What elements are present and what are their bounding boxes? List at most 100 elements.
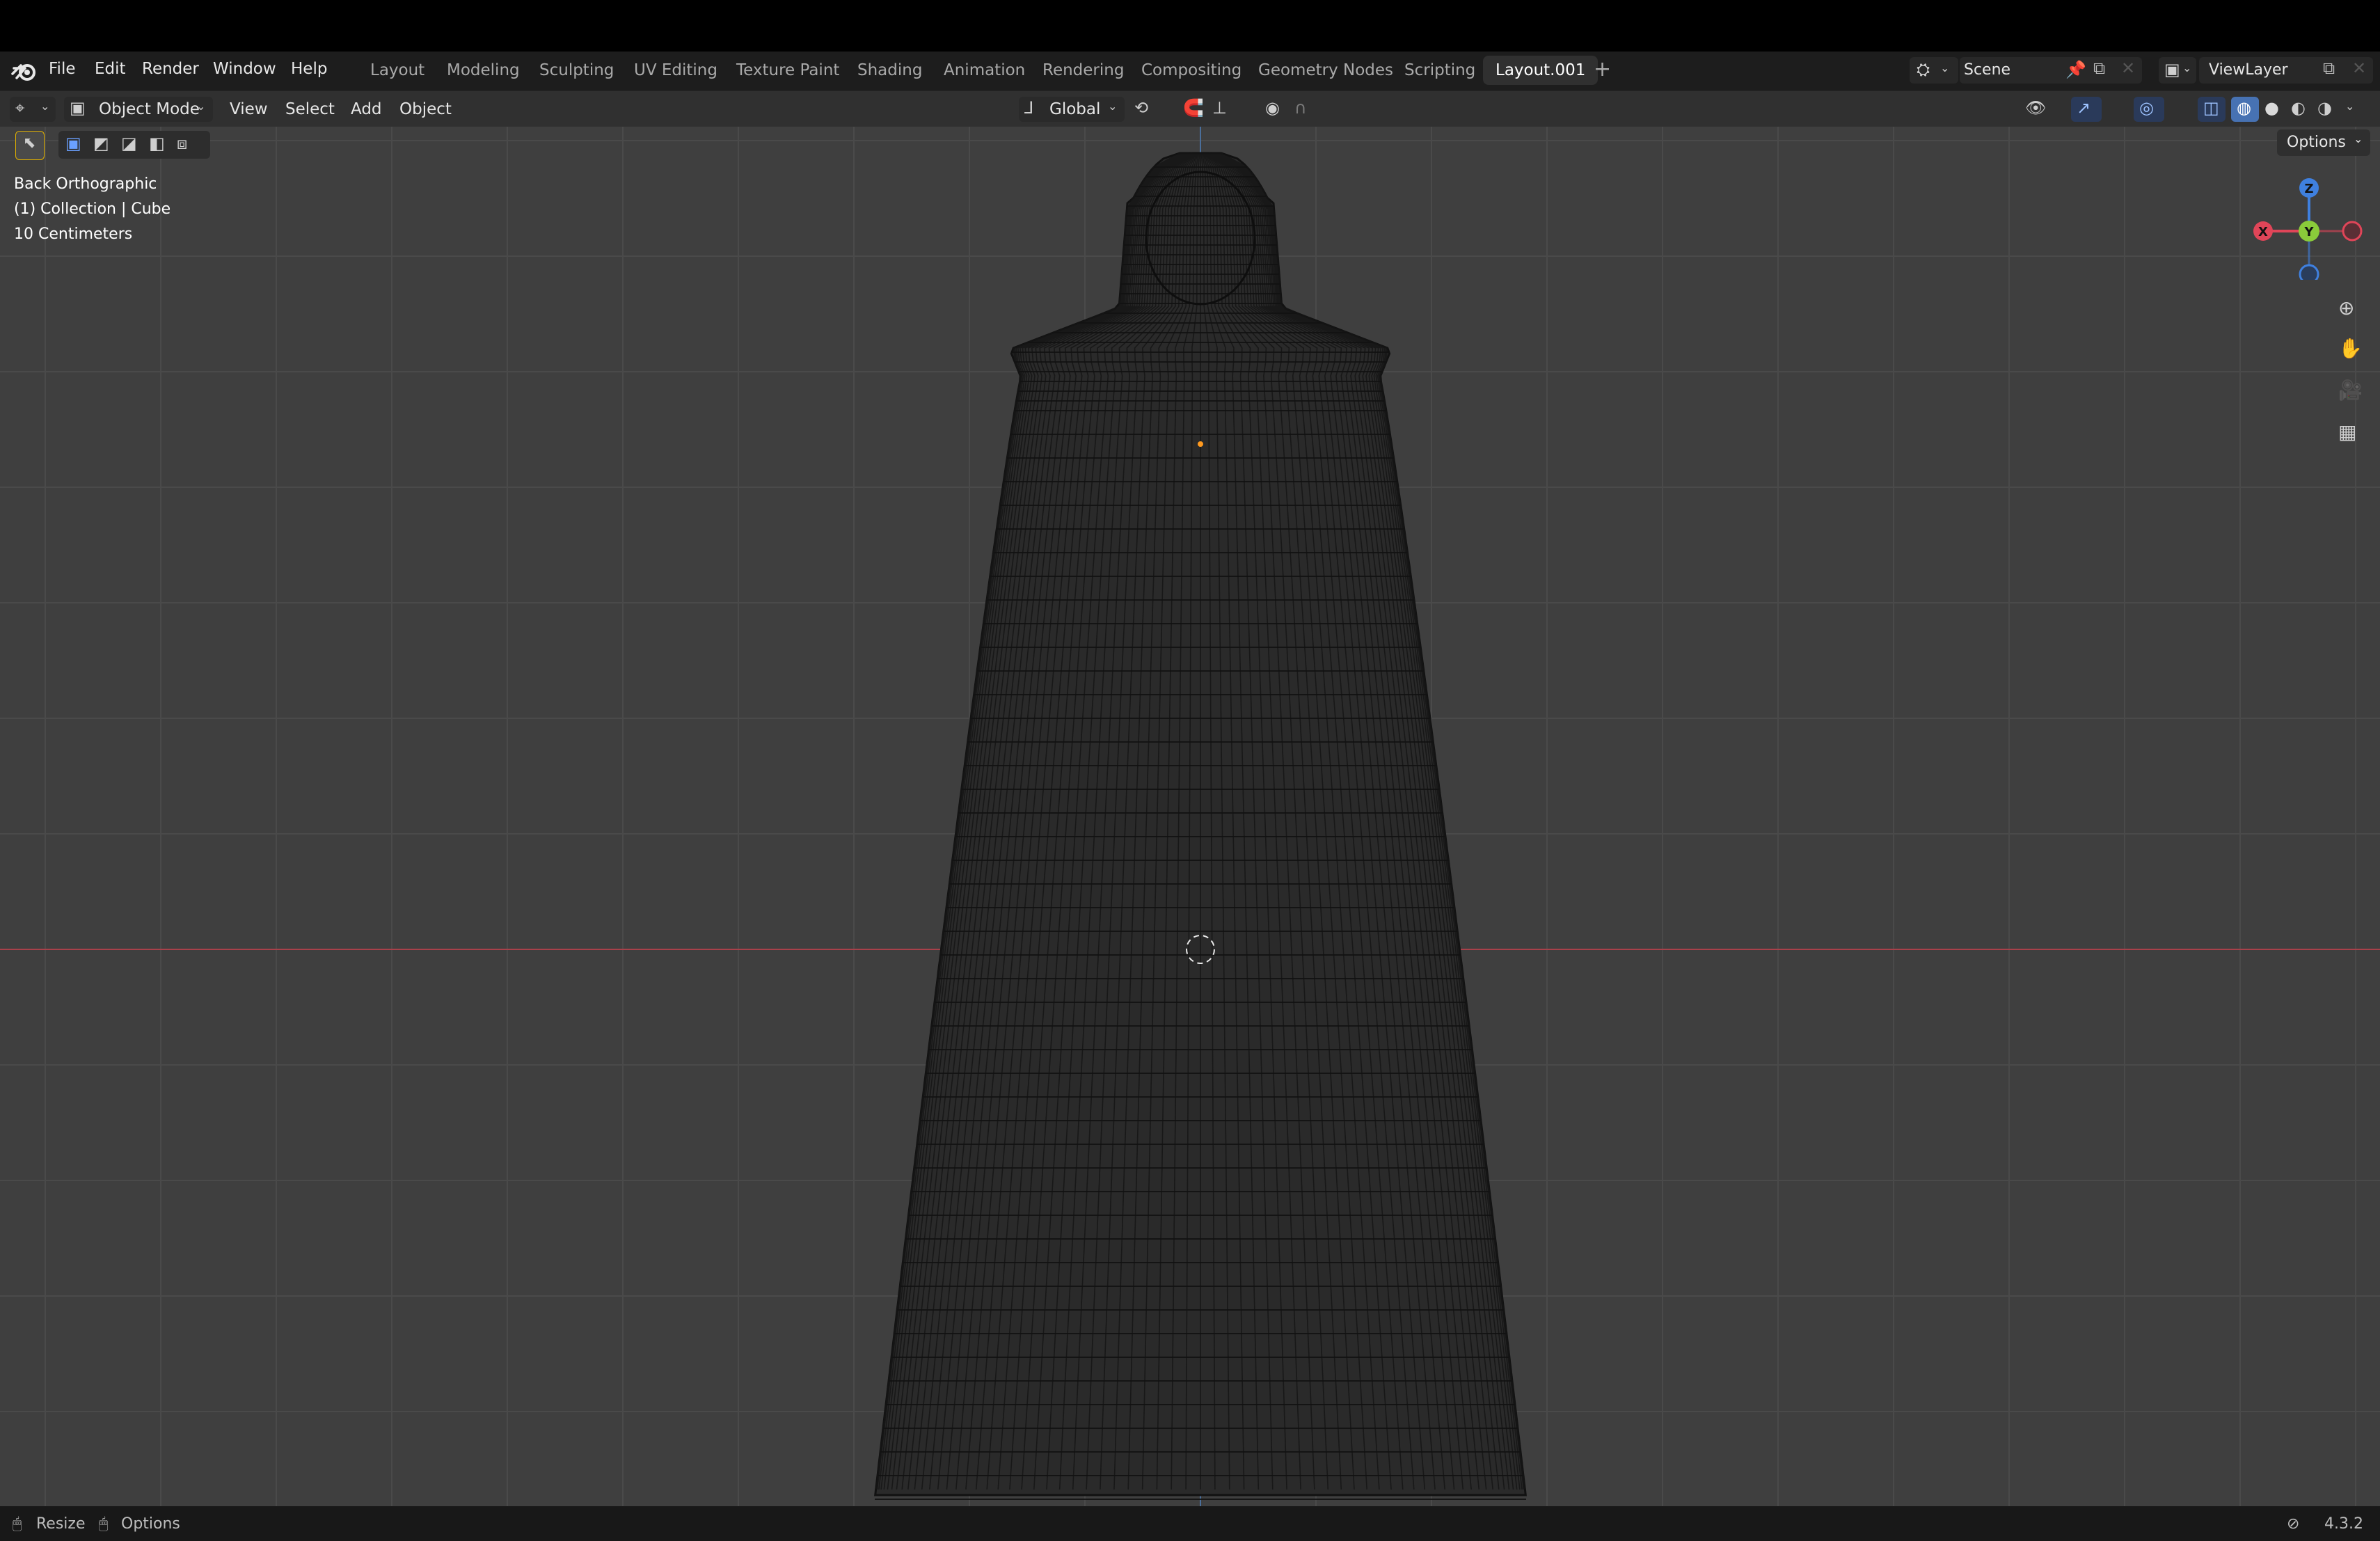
pan-button[interactable]: ✋ — [2331, 333, 2363, 365]
menu-edit[interactable]: Edit — [95, 60, 126, 78]
select-invert-icon[interactable]: ◧ — [149, 134, 165, 153]
snap-icon[interactable]: 🧲 — [1183, 98, 1204, 118]
perspective-toggle-button[interactable]: ▦ — [2331, 416, 2363, 448]
zoom-icon: ⊕ — [2338, 297, 2355, 319]
chevron-down-icon: ⌄ — [2354, 132, 2363, 145]
xray-toggle[interactable]: ◫ — [2198, 97, 2226, 122]
camera-view-button[interactable]: 🎥 — [2331, 374, 2363, 406]
mode-label: Object Mode — [99, 100, 200, 118]
network-off-icon: ⊘ — [2287, 1515, 2300, 1533]
view-name-label: Back Orthographic — [14, 175, 157, 193]
select-tool-button[interactable]: ⬉ — [15, 131, 45, 160]
chevron-down-icon: ⌄ — [1940, 61, 1950, 74]
gizmo-icon: ↗ — [2077, 98, 2091, 118]
3d-viewport[interactable]: ⬉ ▣ ◩ ◪ ◧ ⧈ Options ⌄ Back Orthographic … — [0, 127, 2380, 1506]
transform-orientation-selector[interactable]: ⅃ Global ⌄ — [1019, 97, 1125, 122]
chevron-down-icon: ⌄ — [196, 100, 206, 113]
delete-viewlayer-icon[interactable]: ✕ — [2352, 58, 2366, 78]
navigation-gizmo[interactable]: Z X Y — [2241, 168, 2366, 280]
options-dropdown[interactable]: Options ⌄ — [2277, 129, 2370, 156]
tab-layout-001[interactable]: Layout.001 — [1483, 56, 1598, 85]
status-options: Options — [121, 1515, 180, 1533]
status-bar: 🖱 Resize 🖱 Options ⊘ 4.3.2 — [0, 1506, 2380, 1541]
scene-browse-button[interactable]: ⛭ ⌄ — [1910, 57, 1958, 84]
viewport-grid — [0, 127, 2380, 1506]
menu-render[interactable]: Render — [142, 60, 199, 78]
tab-texture-paint[interactable]: Texture Paint — [724, 56, 852, 85]
blender-logo-icon[interactable] — [11, 58, 39, 84]
mouse-left-icon: 🖱 — [13, 1515, 22, 1533]
select-mode-group: ▣ ◩ ◪ ◧ ⧈ — [58, 131, 210, 159]
solid-shading-icon[interactable]: ● — [2264, 98, 2279, 118]
menu-object[interactable]: Object — [399, 97, 452, 122]
menu-window[interactable]: Window — [213, 60, 276, 78]
viewlayer-browse-button[interactable]: ▣ ⌄ — [2159, 57, 2196, 84]
shading-options-chevron-icon[interactable]: ⌄ — [2345, 100, 2354, 113]
version-label: 4.3.2 — [2324, 1515, 2363, 1533]
visibility-icon[interactable]: 👁 — [2025, 98, 2046, 118]
hand-icon: ✋ — [2338, 337, 2363, 360]
select-subtract-icon[interactable]: ◪ — [121, 134, 137, 153]
menu-add[interactable]: Add — [351, 97, 382, 122]
delete-scene-icon[interactable]: ✕ — [2121, 58, 2135, 78]
menu-select[interactable]: Select — [285, 97, 335, 122]
orientation-label: Global — [1049, 100, 1101, 118]
viewlayer-name: ViewLayer — [2209, 61, 2288, 79]
xray-icon: ◫ — [2203, 98, 2219, 118]
tab-layout[interactable]: Layout — [358, 56, 437, 85]
new-scene-icon[interactable]: ⧉ — [2093, 58, 2105, 78]
chevron-down-icon: ⌄ — [1108, 100, 1118, 113]
scene-icon: ⛭ — [1917, 60, 1930, 79]
add-workspace-icon[interactable]: + — [1594, 57, 1611, 81]
tab-geometry-nodes[interactable]: Geometry Nodes — [1246, 56, 1406, 85]
new-viewlayer-icon[interactable]: ⧉ — [2323, 58, 2335, 78]
menu-help[interactable]: Help — [291, 60, 327, 78]
menu-view[interactable]: View — [230, 97, 268, 122]
cloak-wireframe-mesh[interactable] — [874, 152, 1527, 1500]
render-layer-icon: ▣ — [2164, 60, 2180, 79]
options-label: Options — [2287, 134, 2346, 151]
tab-sculpting[interactable]: Sculpting — [527, 56, 626, 85]
falloff-icon[interactable]: ∩ — [1294, 98, 1307, 118]
window-titlebar — [0, 0, 2380, 52]
zoom-button[interactable]: ⊕ — [2331, 292, 2363, 324]
tab-animation[interactable]: Animation — [931, 56, 1038, 85]
pin-icon[interactable]: 📌 — [2065, 60, 2086, 79]
tab-shading[interactable]: Shading — [845, 56, 935, 85]
mode-selector[interactable]: ▣ Object Mode ⌄ — [64, 97, 213, 122]
scene-name: Scene — [1964, 61, 2011, 79]
select-new-icon[interactable]: ▣ — [65, 134, 81, 153]
rendered-shading-icon[interactable]: ◑ — [2317, 98, 2332, 118]
overlays-icon: ◎ — [2139, 98, 2154, 118]
chevron-down-icon: ⌄ — [40, 100, 50, 113]
overlays-toggle[interactable]: ◎ — [2134, 97, 2164, 122]
select-intersect-icon[interactable]: ⧈ — [177, 134, 187, 153]
tab-scripting[interactable]: Scripting — [1392, 56, 1488, 85]
grid-ortho-icon: ▦ — [2338, 420, 2357, 443]
gizmo-toggle[interactable]: ↗ — [2071, 97, 2102, 122]
gizmo-neg-z-ball[interactable] — [2299, 264, 2319, 280]
tab-uv-editing[interactable]: UV Editing — [621, 56, 730, 85]
chevron-down-icon: ⌄ — [2182, 61, 2192, 74]
object-origin[interactable] — [1198, 441, 1203, 447]
wireframe-shading-button[interactable]: ◍ — [2231, 97, 2259, 122]
snap-target-icon[interactable]: ⊥ — [1212, 98, 1227, 118]
gizmo-neg-x-ball[interactable] — [2342, 221, 2363, 242]
grid-scale-label: 10 Centimeters — [14, 226, 133, 243]
tab-rendering[interactable]: Rendering — [1030, 56, 1136, 85]
editor-type-button[interactable]: ⌖ ⌄ — [10, 97, 56, 122]
select-extend-icon[interactable]: ◩ — [93, 134, 109, 153]
material-shading-icon[interactable]: ◐ — [2291, 98, 2306, 118]
scene-name-field[interactable]: Scene 📌 ⧉ ✕ — [1960, 57, 2142, 84]
object-mode-icon: ▣ — [70, 98, 86, 118]
gizmo-x-label: X — [2258, 225, 2268, 239]
menu-file[interactable]: File — [49, 60, 76, 78]
wireframe-icon: ◍ — [2237, 98, 2251, 118]
mouse-right-icon: 🖱 — [99, 1515, 109, 1533]
viewlayer-name-field[interactable]: ViewLayer ⧉ ✕ — [2199, 57, 2373, 84]
proportional-edit-icon[interactable]: ◉ — [1265, 98, 1280, 118]
tab-compositing[interactable]: Compositing — [1129, 56, 1254, 85]
collection-label: (1) Collection | Cube — [14, 200, 171, 218]
tab-modeling[interactable]: Modeling — [434, 56, 532, 85]
pivot-point-icon[interactable]: ⟲ — [1134, 98, 1148, 118]
